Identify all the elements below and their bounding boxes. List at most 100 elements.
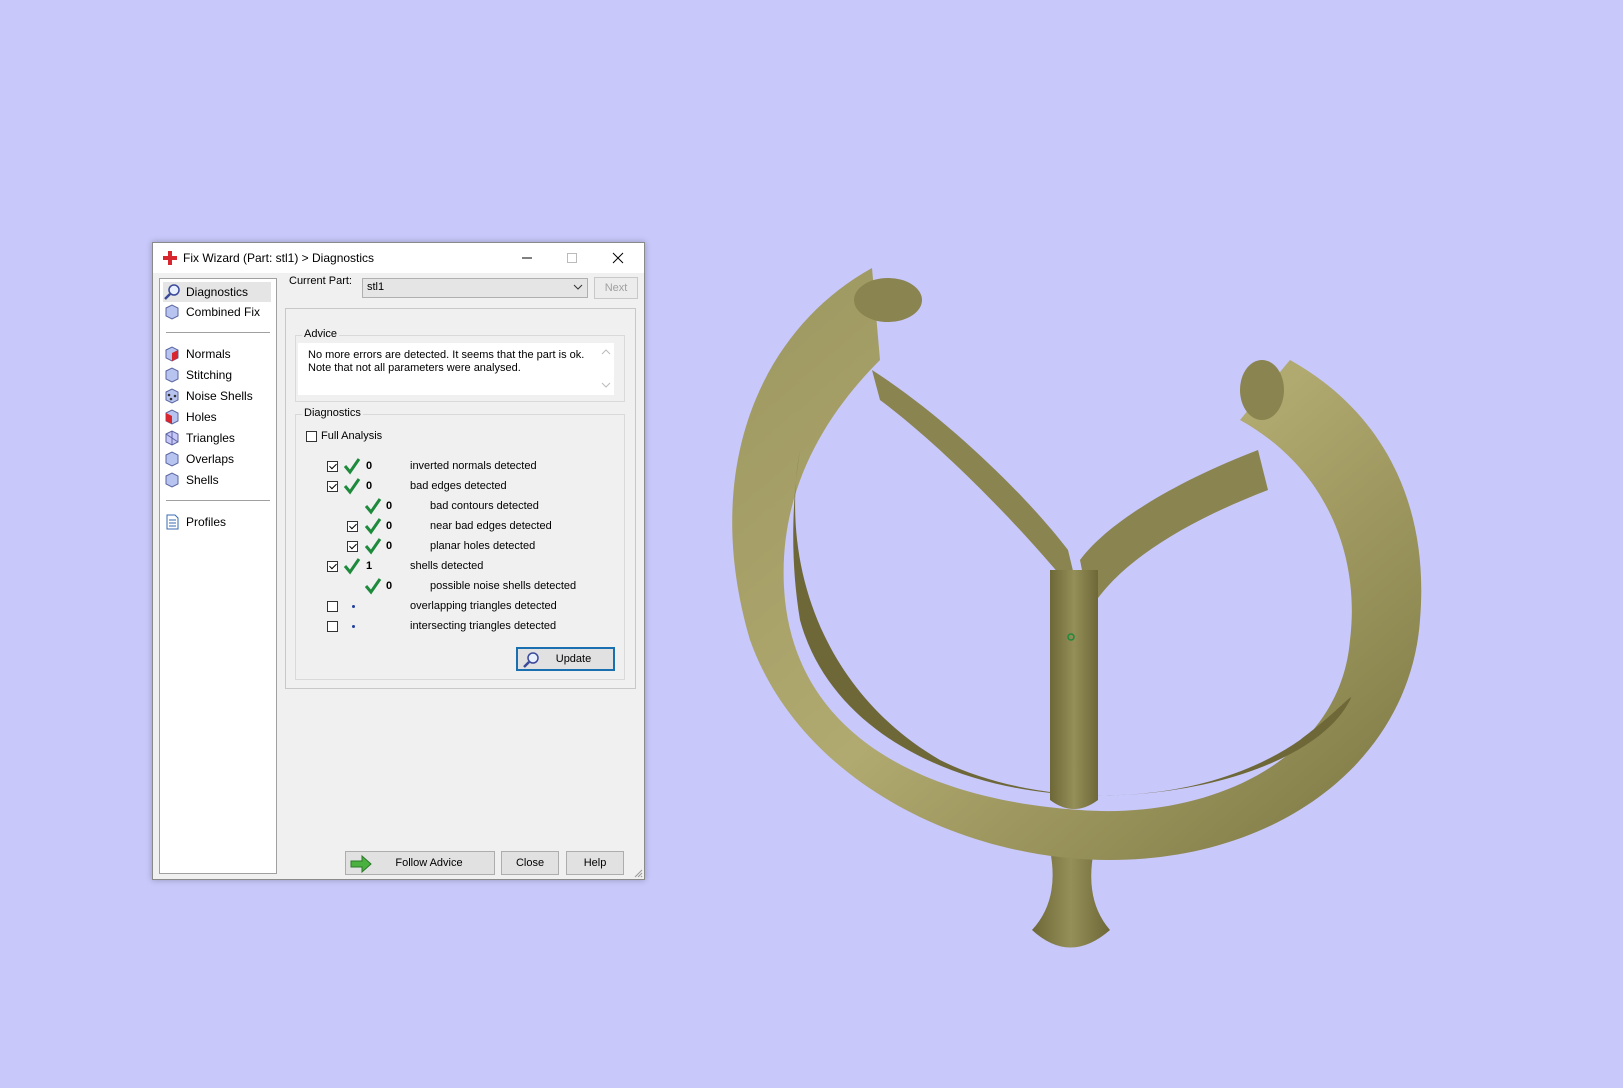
advice-group-title: Advice <box>302 328 340 340</box>
sidebar-item-noise-shells[interactable]: Noise Shells <box>163 386 271 406</box>
full-analysis-label: Full Analysis <box>321 430 383 442</box>
document-icon <box>166 514 179 530</box>
advice-line-1: No more errors are detected. It seems th… <box>308 349 585 361</box>
full-analysis-checkbox[interactable] <box>306 431 317 442</box>
cube-icon <box>165 451 179 467</box>
minimize-icon <box>522 257 532 259</box>
cube-red-face-icon <box>165 409 179 425</box>
row-checkbox[interactable] <box>327 601 338 612</box>
magnifier-icon <box>164 284 180 300</box>
row-label: planar holes detected <box>430 540 536 552</box>
cube-red-face-icon <box>165 346 179 362</box>
close-button[interactable]: Close <box>501 851 559 875</box>
advice-text: No more errors are detected. It seems th… <box>308 349 598 375</box>
row-label: bad edges detected <box>410 480 507 492</box>
close-window-button[interactable] <box>596 243 640 273</box>
diagnostics-group-title: Diagnostics <box>302 407 363 419</box>
3d-model-viewport[interactable] <box>700 250 1430 970</box>
next-button-label: Next <box>604 282 628 294</box>
maximize-icon <box>567 253 577 263</box>
green-arrow-right-icon <box>350 855 372 873</box>
sidebar-item-label: Noise Shells <box>186 389 253 403</box>
sidebar-divider <box>166 332 270 333</box>
model-arm-left <box>872 370 1080 600</box>
sidebar-item-stitching[interactable]: Stitching <box>163 365 271 385</box>
row-checkbox[interactable] <box>347 541 358 552</box>
pending-dot-icon <box>352 625 355 628</box>
row-label: near bad edges detected <box>430 520 552 532</box>
title-bar[interactable]: Fix Wizard (Part: stl1) > Diagnostics <box>153 243 644 273</box>
scroll-up-icon[interactable] <box>601 348 611 356</box>
help-button-label: Help <box>583 857 607 869</box>
row-checkbox[interactable] <box>347 521 358 532</box>
row-checkbox[interactable] <box>327 561 338 572</box>
current-part-dropdown[interactable]: stl1 <box>362 278 588 298</box>
sidebar-item-diagnostics[interactable]: Diagnostics <box>163 282 271 302</box>
sidebar-item-label: Diagnostics <box>186 285 249 299</box>
cube-icon <box>165 472 179 488</box>
resize-grip-icon[interactable] <box>633 868 643 878</box>
green-check-icon <box>364 578 382 595</box>
green-check-icon <box>343 478 361 495</box>
sidebar-item-triangles[interactable]: Triangles <box>163 428 271 448</box>
follow-advice-label: Follow Advice <box>395 857 463 869</box>
sidebar-item-profiles[interactable]: Profiles <box>163 512 271 532</box>
model-socket-left <box>854 278 922 322</box>
sidebar-item-overlaps[interactable]: Overlaps <box>163 449 271 469</box>
sidebar-item-label: Shells <box>186 473 219 487</box>
row-count: 0 <box>366 480 373 492</box>
row-count: 0 <box>386 540 393 552</box>
sidebar-item-label: Holes <box>186 410 217 424</box>
red-cross-app-icon <box>163 251 177 265</box>
green-check-icon <box>364 498 382 515</box>
current-part-label: Current Part: <box>289 275 352 287</box>
model-foot <box>1032 850 1110 948</box>
magnifier-icon <box>523 652 539 668</box>
maximize-button[interactable] <box>550 243 594 273</box>
help-button[interactable]: Help <box>566 851 624 875</box>
sidebar-item-label: Stitching <box>186 368 233 382</box>
advice-line-2: Note that not all parameters were analys… <box>308 362 521 374</box>
next-button[interactable]: Next <box>594 277 638 299</box>
wizard-sidebar: Diagnostics Combined Fix Normals Stitchi… <box>159 278 277 874</box>
sidebar-item-label: Profiles <box>186 515 227 529</box>
row-count: 0 <box>386 580 393 592</box>
sidebar-item-label: Normals <box>186 347 231 361</box>
green-check-icon <box>343 558 361 575</box>
pending-dot-icon <box>352 605 355 608</box>
row-label: shells detected <box>410 560 484 572</box>
row-label: intersecting triangles detected <box>410 620 557 632</box>
model-socket-right <box>1240 360 1284 420</box>
cube-icon <box>165 304 179 320</box>
row-label: inverted normals detected <box>410 460 537 472</box>
model-stem <box>1050 570 1098 809</box>
row-checkbox[interactable] <box>327 481 338 492</box>
row-label: possible noise shells detected <box>430 580 577 592</box>
green-check-icon <box>364 518 382 535</box>
sidebar-item-label: Overlaps <box>186 452 235 466</box>
sidebar-item-normals[interactable]: Normals <box>163 344 271 364</box>
row-count: 0 <box>386 500 393 512</box>
sidebar-item-holes[interactable]: Holes <box>163 407 271 427</box>
model-arm-right <box>1080 450 1268 610</box>
sidebar-item-label: Triangles <box>186 431 235 445</box>
update-button-label: Update <box>555 653 592 665</box>
row-checkbox[interactable] <box>327 461 338 472</box>
scroll-down-icon[interactable] <box>601 381 611 389</box>
close-icon <box>612 252 624 264</box>
row-label: bad contours detected <box>430 500 539 512</box>
update-button[interactable]: Update <box>516 647 615 671</box>
sidebar-item-label: Combined Fix <box>186 305 261 319</box>
sidebar-item-shells[interactable]: Shells <box>163 470 271 490</box>
cube-icon <box>165 367 179 383</box>
row-checkbox[interactable] <box>327 621 338 632</box>
minimize-button[interactable] <box>505 243 549 273</box>
chevron-down-icon <box>573 284 583 290</box>
row-label: overlapping triangles detected <box>410 600 557 612</box>
follow-advice-button[interactable]: Follow Advice <box>345 851 495 875</box>
sidebar-item-combined-fix[interactable]: Combined Fix <box>163 302 271 322</box>
cube-dots-icon <box>165 388 179 404</box>
row-count: 0 <box>386 520 393 532</box>
close-button-label: Close <box>515 857 545 869</box>
current-part-value: stl1 <box>367 281 385 293</box>
